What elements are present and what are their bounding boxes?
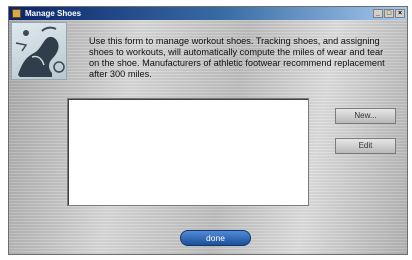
window-title: Manage Shoes: [25, 9, 82, 18]
window-controls: _ □ ×: [372, 9, 405, 18]
edit-shoe-button[interactable]: Edit: [335, 138, 396, 154]
minimize-button[interactable]: _: [373, 9, 383, 18]
close-button[interactable]: ×: [395, 9, 405, 18]
form-body: Use this form to manage workout shoes. T…: [9, 20, 407, 254]
app-icon: [12, 9, 21, 18]
instructions-text: Use this form to manage workout shoes. T…: [89, 36, 385, 79]
title-bar[interactable]: Manage Shoes _ □ ×: [9, 7, 407, 20]
shoes-list[interactable]: [67, 98, 309, 206]
done-button[interactable]: done: [180, 230, 251, 246]
new-shoe-button[interactable]: New...: [335, 108, 396, 124]
maximize-button[interactable]: □: [384, 9, 394, 18]
manage-shoes-window: Manage Shoes _ □ × Use this form to mana…: [8, 6, 408, 255]
shoe-illustration-icon: [11, 22, 67, 80]
